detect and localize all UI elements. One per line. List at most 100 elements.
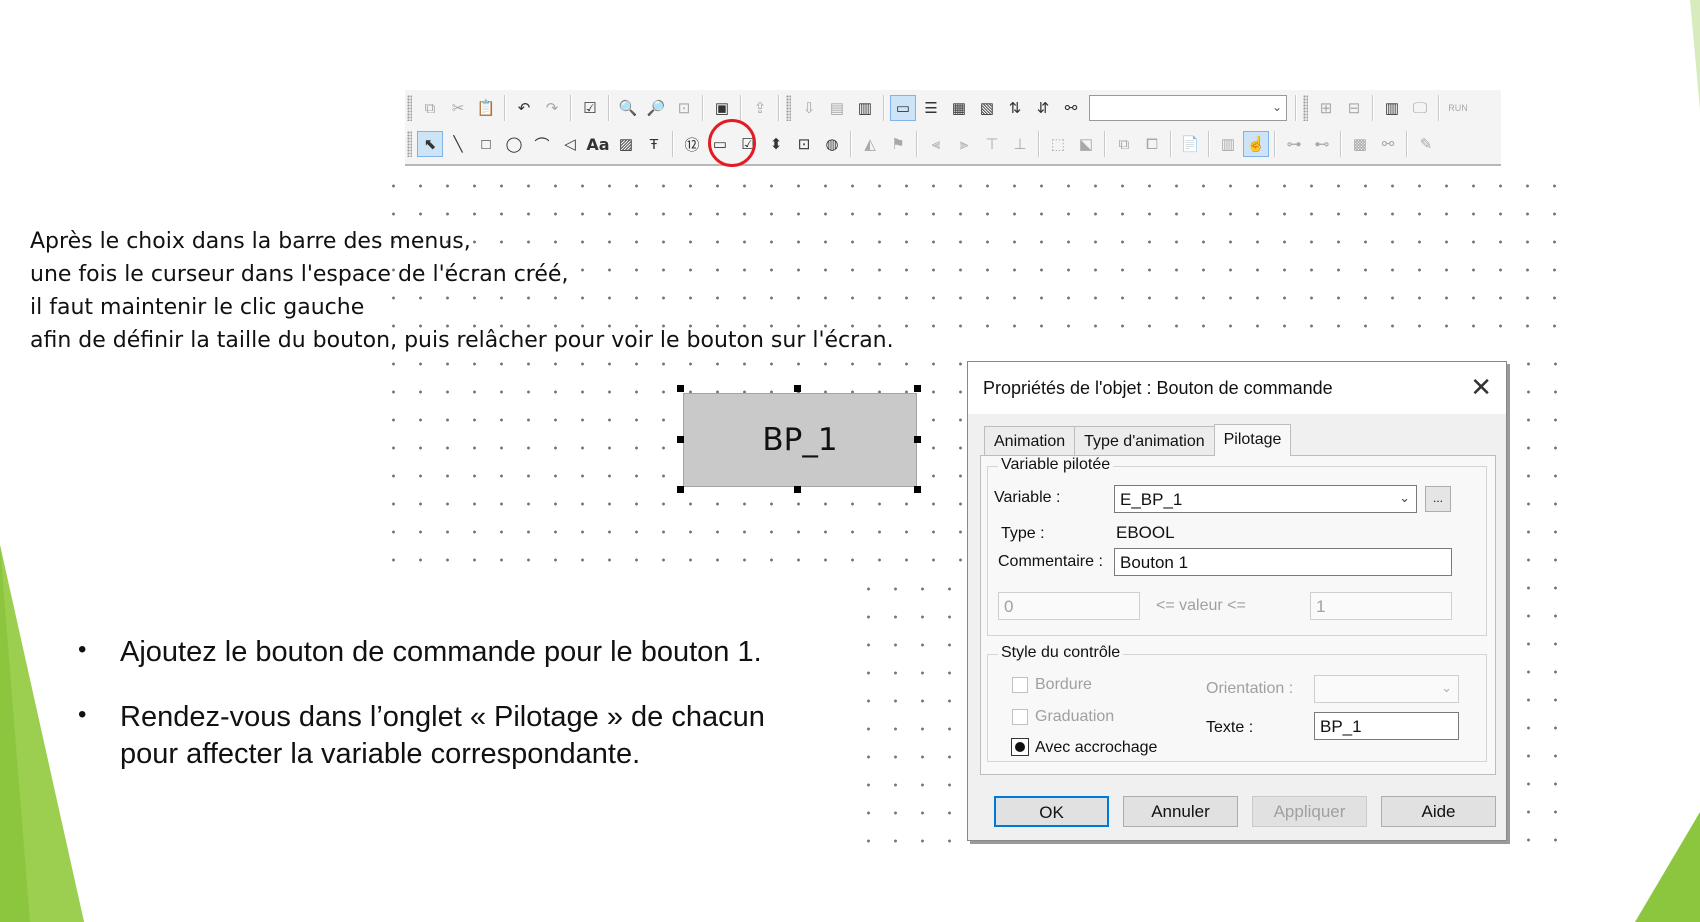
text-tool-icon[interactable]: Aa: [585, 131, 611, 157]
canvas-grid-right: [1515, 350, 1560, 855]
control-style-group: Style du contrôle Bordure Orientation : …: [987, 644, 1487, 762]
align-top-icon[interactable]: ⊤: [979, 131, 1005, 157]
comment-field[interactable]: Bouton 1: [1114, 548, 1452, 576]
chevron-down-icon: ⌄: [1441, 680, 1452, 695]
toolbar-row-1: ⧉ ✂ 📋 ↶ ↷ ☑ 🔍 🔎 ⊡ ▣ ⇪ ⇩ ▤ ▥ ▭ ☰ ▦ ▧ ⇅ ⇵ …: [405, 90, 1472, 126]
properties-icon[interactable]: 📄: [1177, 131, 1203, 157]
slider-icon[interactable]: ⊡: [791, 131, 817, 157]
arc-icon[interactable]: ⌒: [529, 131, 555, 157]
latch-label: Avec accrochage: [1035, 739, 1158, 756]
tree-icon[interactable]: ☰: [918, 95, 944, 121]
library-icon[interactable]: ▩: [1347, 131, 1373, 157]
align-left-icon[interactable]: ⊞: [1313, 95, 1339, 121]
columns-icon[interactable]: ▥: [1379, 95, 1405, 121]
resize-handle[interactable]: [677, 486, 684, 493]
tree-collapse-icon[interactable]: ⊷: [1309, 131, 1335, 157]
ellipse-icon[interactable]: ◯: [501, 131, 527, 157]
resize-handle[interactable]: [914, 486, 921, 493]
run-icon[interactable]: RUN: [1445, 95, 1471, 121]
redo-icon[interactable]: ↷: [539, 95, 565, 121]
orientation-combo[interactable]: ⌄: [1314, 675, 1459, 703]
canvas-command-button[interactable]: BP_1: [683, 393, 917, 487]
align-right-edges-icon[interactable]: ⫸: [951, 131, 977, 157]
resize-handle[interactable]: [914, 436, 921, 443]
instruction-line: Après le choix dans la barre des menus,: [30, 229, 471, 254]
send-back-icon[interactable]: ⧠: [1139, 131, 1165, 157]
polygon-icon[interactable]: ◁: [557, 131, 583, 157]
validate-icon[interactable]: ☑: [577, 95, 603, 121]
mirror-icon[interactable]: ◭: [857, 131, 883, 157]
edit-icon[interactable]: ✎: [1413, 131, 1439, 157]
type-value: EBOOL: [1116, 523, 1175, 542]
export-icon[interactable]: ⇪: [747, 95, 773, 121]
grid-icon[interactable]: ▥: [1215, 131, 1241, 157]
binoculars-icon[interactable]: ⚯: [1058, 95, 1084, 121]
toolbar-combo[interactable]: ⌄: [1089, 95, 1287, 121]
undo-icon[interactable]: ↶: [511, 95, 537, 121]
resize-handle[interactable]: [794, 486, 801, 493]
gauge-icon[interactable]: ◍: [819, 131, 845, 157]
toolbar-grip[interactable]: [407, 95, 412, 121]
line-icon[interactable]: ╲: [445, 131, 471, 157]
sort-up-icon[interactable]: ⇅: [1002, 95, 1028, 121]
sort-down-icon[interactable]: ⇵: [1030, 95, 1056, 121]
ungroup-icon[interactable]: ⬕: [1073, 131, 1099, 157]
resize-handle[interactable]: [914, 385, 921, 392]
cut-icon[interactable]: ✂: [445, 95, 471, 121]
variable-combo[interactable]: E_BP_1 ⌄: [1114, 485, 1417, 513]
screen-icon[interactable]: ▣: [709, 95, 735, 121]
table-icon[interactable]: ▦: [946, 95, 972, 121]
min-value-field[interactable]: 0: [998, 592, 1140, 620]
align-bottom-icon[interactable]: ⊥: [1007, 131, 1033, 157]
browse-variable-button[interactable]: ...: [1425, 486, 1451, 512]
green-triangle-right: [1635, 812, 1700, 922]
bring-front-icon[interactable]: ⧉: [1111, 131, 1137, 157]
tree-expand-icon[interactable]: ⊶: [1281, 131, 1307, 157]
find-icon[interactable]: 🔍: [615, 95, 641, 121]
layers-icon[interactable]: ▧: [974, 95, 1000, 121]
zoom-icon[interactable]: ⊡: [671, 95, 697, 121]
graduation-checkbox[interactable]: [1012, 709, 1028, 725]
resize-handle[interactable]: [677, 436, 684, 443]
align-left-edges-icon[interactable]: ⫷: [923, 131, 949, 157]
window-icon[interactable]: ▭: [890, 95, 916, 121]
tab-animation-type[interactable]: Type d'animation: [1074, 426, 1215, 456]
green-triangle-right-top: [1690, 0, 1700, 110]
pointer-icon[interactable]: ⬉: [417, 131, 443, 157]
paste-icon[interactable]: 📋: [473, 95, 499, 121]
import-icon[interactable]: ⇩: [796, 95, 822, 121]
hand-icon[interactable]: ☝: [1243, 131, 1269, 157]
latch-checkbox[interactable]: [1011, 738, 1029, 756]
resize-handle[interactable]: [794, 385, 801, 392]
numeric-field-icon[interactable]: ⑫: [679, 131, 705, 157]
text-field-icon[interactable]: Ŧ: [641, 131, 667, 157]
spin-icon[interactable]: ⬍: [763, 131, 789, 157]
tab-pilotage[interactable]: Pilotage: [1213, 424, 1292, 456]
cancel-button[interactable]: Annuler: [1123, 796, 1238, 827]
border-label: Bordure: [1035, 676, 1092, 693]
border-checkbox[interactable]: [1012, 677, 1028, 693]
close-icon[interactable]: ✕: [1470, 372, 1492, 403]
image-icon[interactable]: ▨: [613, 131, 639, 157]
ok-button[interactable]: OK: [994, 796, 1109, 827]
green-triangle-left-shade: [0, 545, 84, 922]
dialog-title: Propriétés de l'objet : Bouton de comman…: [983, 378, 1333, 398]
rectangle-icon[interactable]: □: [473, 131, 499, 157]
button-text-field[interactable]: BP_1: [1314, 712, 1459, 740]
apply-button[interactable]: Appliquer: [1252, 796, 1367, 827]
help-button[interactable]: Aide: [1381, 796, 1496, 827]
chart-icon[interactable]: ▥: [852, 95, 878, 121]
search-objects-icon[interactable]: ⚯: [1375, 131, 1401, 157]
flag-icon[interactable]: ⚑: [885, 131, 911, 157]
green-triangle-left: [0, 545, 84, 922]
align-right-icon[interactable]: ⊟: [1341, 95, 1367, 121]
calendar-icon[interactable]: ▤: [824, 95, 850, 121]
graduation-label: Graduation: [1035, 708, 1115, 725]
resize-handle[interactable]: [677, 385, 684, 392]
replace-icon[interactable]: 🔎: [643, 95, 669, 121]
max-value-field[interactable]: 1: [1310, 592, 1452, 620]
group-icon[interactable]: ⬚: [1045, 131, 1071, 157]
copy-icon[interactable]: ⧉: [417, 95, 443, 121]
monitor-icon[interactable]: 🖵: [1407, 95, 1433, 121]
tab-animation[interactable]: Animation: [984, 426, 1076, 456]
